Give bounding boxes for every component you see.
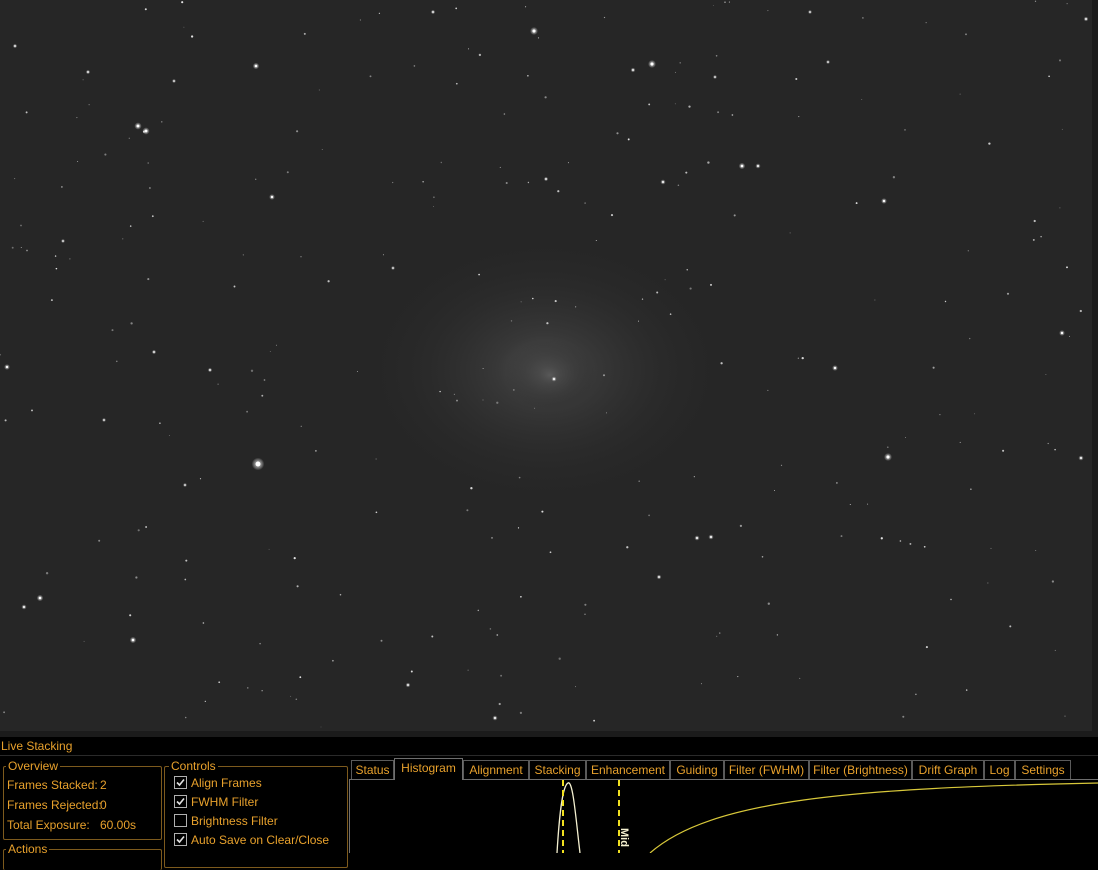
actions-legend: Actions <box>6 842 50 856</box>
live-stacking-panel: Live Stacking Overview Frames Stacked: 2… <box>0 737 1098 870</box>
align-frames-label[interactable]: Align Frames <box>191 776 262 790</box>
mid-marker-label: Mid <box>618 828 630 847</box>
auto-save-checkbox[interactable] <box>174 833 187 846</box>
stretch-curve <box>649 782 1098 853</box>
frames-rejected-value: 0 <box>100 798 107 812</box>
fwhm-filter-label[interactable]: FWHM Filter <box>191 795 258 809</box>
tab-enhancement[interactable]: Enhancement <box>586 760 670 779</box>
total-exposure-label: Total Exposure: <box>7 818 90 832</box>
tab-filter-fwhm[interactable]: Filter (FWHM) <box>724 760 809 779</box>
controls-legend: Controls <box>169 759 218 773</box>
frames-stacked-value: 2 <box>100 778 107 792</box>
tab-guiding[interactable]: Guiding <box>670 760 724 779</box>
frames-rejected-row: Frames Rejected: 0 <box>7 798 107 812</box>
actions-group: Actions <box>3 842 162 870</box>
panel-title-divider <box>0 755 1098 756</box>
brightness-filter-checkbox[interactable] <box>174 814 187 827</box>
tab-alignment[interactable]: Alignment <box>463 760 529 779</box>
frames-rejected-label: Frames Rejected: <box>7 798 102 812</box>
image-viewer[interactable] <box>0 0 1092 731</box>
tab-settings[interactable]: Settings <box>1015 760 1071 779</box>
frames-stacked-label: Frames Stacked: <box>7 778 98 792</box>
overview-group: Overview Frames Stacked: 2 Frames Reject… <box>3 759 162 840</box>
panel-title: Live Stacking <box>1 739 73 753</box>
align-frames-checkbox[interactable] <box>174 776 187 789</box>
frames-stacked-row: Frames Stacked: 2 <box>7 778 107 792</box>
tab-drift-graph[interactable]: Drift Graph <box>912 760 984 779</box>
galaxy-core <box>505 340 595 410</box>
tab-log[interactable]: Log <box>984 760 1015 779</box>
tab-histogram[interactable]: Histogram <box>394 758 463 780</box>
star-field-image <box>0 0 1089 728</box>
auto-save-label[interactable]: Auto Save on Clear/Close <box>191 833 329 847</box>
histogram-peak-curve <box>556 782 581 853</box>
histogram-chart[interactable]: Mid <box>350 780 1098 853</box>
total-exposure-row: Total Exposure: 60.00s <box>7 818 136 832</box>
viewer-vertical-scrollbar[interactable] <box>1092 0 1098 731</box>
tab-stacking[interactable]: Stacking <box>529 760 586 779</box>
tab-status[interactable]: Status <box>351 760 394 779</box>
total-exposure-value: 60.00s <box>100 818 137 832</box>
brightness-filter-label[interactable]: Brightness Filter <box>191 814 278 828</box>
checkmark-icon <box>176 797 185 806</box>
checkmark-icon <box>176 778 185 787</box>
controls-group: Controls Align Frames FWHM Filter Bright… <box>164 759 348 868</box>
overview-legend: Overview <box>6 759 61 773</box>
tab-filter-brightness[interactable]: Filter (Brightness) <box>809 760 912 779</box>
histogram-tab-content: Mid <box>349 779 1098 853</box>
fwhm-filter-checkbox[interactable] <box>174 795 187 808</box>
checkmark-icon <box>176 835 185 844</box>
